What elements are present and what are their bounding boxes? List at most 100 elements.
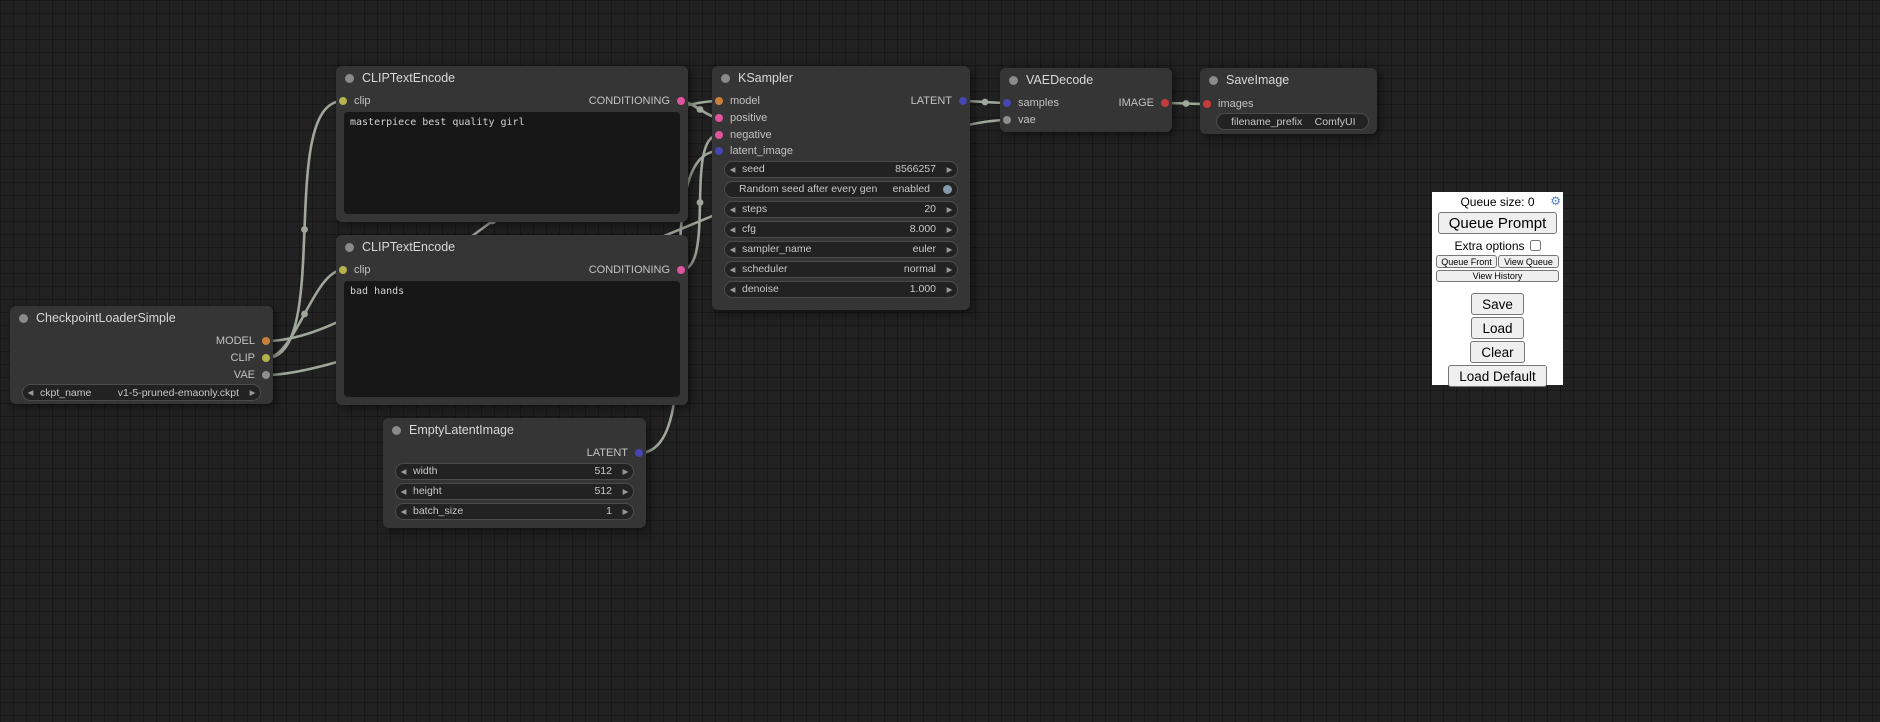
increment-arrow-icon[interactable]	[618, 487, 633, 496]
vae-input-port[interactable]	[1003, 116, 1011, 124]
node-title-bar[interactable]: KSampler	[712, 66, 970, 90]
increment-arrow-icon[interactable]	[942, 245, 957, 254]
load-default-button[interactable]: Load Default	[1448, 365, 1547, 387]
vae-output-port[interactable]	[262, 371, 270, 379]
negative-input-port[interactable]	[715, 131, 723, 139]
view-history-button[interactable]: View History	[1436, 270, 1559, 282]
link-midpoint-dot	[982, 99, 989, 106]
node-title-bar[interactable]: CLIPTextEncode	[336, 66, 688, 90]
queue-front-button[interactable]: Queue Front	[1436, 255, 1497, 268]
widget-value: ComfyUI	[1302, 116, 1368, 128]
denoise-number-widget[interactable]: denoise 1.000	[724, 281, 958, 298]
clip-input-port[interactable]	[339, 97, 347, 105]
collapse-dot-icon[interactable]	[345, 74, 354, 83]
link-midpoint-dot	[301, 311, 308, 318]
output-label: LATENT	[911, 95, 952, 107]
increment-arrow-icon[interactable]	[942, 285, 957, 294]
node-title-bar[interactable]: CheckpointLoaderSimple	[10, 306, 273, 330]
node-vaedecode[interactable]: VAEDecode samples vae IMAGE	[1000, 68, 1172, 132]
node-saveimage[interactable]: SaveImage images filename_prefix ComfyUI	[1200, 68, 1377, 134]
queue-prompt-button[interactable]: Queue Prompt	[1438, 212, 1557, 234]
collapse-dot-icon[interactable]	[345, 243, 354, 252]
model-input-port[interactable]	[715, 97, 723, 105]
decrement-arrow-icon[interactable]	[396, 507, 411, 516]
height-number-widget[interactable]: height 512	[395, 483, 634, 500]
view-queue-button[interactable]: View Queue	[1498, 255, 1559, 268]
node-title-bar[interactable]: VAEDecode	[1000, 68, 1172, 92]
clip-output-port[interactable]	[262, 354, 270, 362]
node-title: KSampler	[738, 71, 793, 85]
steps-number-widget[interactable]: steps 20	[724, 201, 958, 218]
cfg-number-widget[interactable]: cfg 8.000	[724, 221, 958, 238]
samples-input-port[interactable]	[1003, 99, 1011, 107]
node-graph-canvas[interactable]: CheckpointLoaderSimple MODEL CLIP VAE ck…	[0, 0, 1880, 722]
increment-arrow-icon[interactable]	[942, 265, 957, 274]
random-seed-toggle-widget[interactable]: Random seed after every gen enabled	[724, 181, 958, 198]
latent-image-input-port[interactable]	[715, 147, 723, 155]
model-output-port[interactable]	[262, 337, 270, 345]
positive-prompt-textarea[interactable]: masterpiece best quality girl	[344, 112, 680, 214]
load-button[interactable]: Load	[1471, 317, 1523, 339]
increment-arrow-icon[interactable]	[942, 205, 957, 214]
toggle-on-indicator[interactable]	[943, 185, 952, 194]
node-cliptextencode-positive[interactable]: CLIPTextEncode clip CONDITIONING masterp…	[336, 66, 688, 222]
input-label: model	[730, 95, 760, 107]
input-label: positive	[730, 112, 767, 124]
collapse-dot-icon[interactable]	[1209, 76, 1218, 85]
input-label: images	[1218, 98, 1253, 110]
decrement-arrow-icon[interactable]	[725, 265, 740, 274]
decrement-arrow-icon[interactable]	[396, 487, 411, 496]
decrement-arrow-icon[interactable]	[725, 245, 740, 254]
output-label: LATENT	[587, 447, 628, 459]
width-number-widget[interactable]: width 512	[395, 463, 634, 480]
positive-input-port[interactable]	[715, 114, 723, 122]
node-emptylatentimage[interactable]: EmptyLatentImage LATENT width 512 height…	[383, 418, 646, 528]
negative-prompt-textarea[interactable]: bad hands	[344, 281, 680, 397]
increment-arrow-icon[interactable]	[618, 507, 633, 516]
node-checkpointloadersimple[interactable]: CheckpointLoaderSimple MODEL CLIP VAE ck…	[10, 306, 273, 404]
conditioning-output-port[interactable]	[677, 266, 685, 274]
decrement-arrow-icon[interactable]	[725, 285, 740, 294]
node-title-bar[interactable]: CLIPTextEncode	[336, 235, 688, 259]
ckpt-name-combo-widget[interactable]: ckpt_name v1-5-pruned-emaonly.ckpt	[22, 384, 261, 401]
increment-arrow-icon[interactable]	[942, 225, 957, 234]
filename-prefix-text-widget[interactable]: filename_prefix ComfyUI	[1216, 113, 1369, 130]
node-title-bar[interactable]: SaveImage	[1200, 68, 1377, 92]
conditioning-output-port[interactable]	[677, 97, 685, 105]
latent-output-port[interactable]	[635, 449, 643, 457]
scheduler-combo-widget[interactable]: scheduler normal	[724, 261, 958, 278]
decrement-arrow-icon[interactable]	[23, 388, 38, 397]
sampler-name-combo-widget[interactable]: sampler_name euler	[724, 241, 958, 258]
increment-arrow-icon[interactable]	[942, 165, 957, 174]
save-button[interactable]: Save	[1471, 293, 1524, 315]
clip-input-port[interactable]	[339, 266, 347, 274]
image-output-port[interactable]	[1161, 99, 1169, 107]
latent-output-port[interactable]	[959, 97, 967, 105]
output-label: MODEL	[216, 335, 255, 347]
decrement-arrow-icon[interactable]	[725, 225, 740, 234]
decrement-arrow-icon[interactable]	[725, 205, 740, 214]
collapse-dot-icon[interactable]	[19, 314, 28, 323]
increment-arrow-icon[interactable]	[618, 467, 633, 476]
decrement-arrow-icon[interactable]	[725, 165, 740, 174]
extra-options-checkbox[interactable]	[1530, 240, 1541, 251]
widget-value: v1-5-pruned-emaonly.ckpt	[91, 387, 239, 399]
images-input-port[interactable]	[1203, 100, 1211, 108]
collapse-dot-icon[interactable]	[1009, 76, 1018, 85]
clear-button[interactable]: Clear	[1470, 341, 1524, 363]
increment-arrow-icon[interactable]	[245, 388, 260, 397]
settings-gear-icon[interactable]	[1550, 194, 1561, 208]
decrement-arrow-icon[interactable]	[396, 467, 411, 476]
collapse-dot-icon[interactable]	[721, 74, 730, 83]
node-ksampler[interactable]: KSampler model positive negative latent_…	[712, 66, 970, 310]
input-label: clip	[354, 264, 371, 276]
node-cliptextencode-negative[interactable]: CLIPTextEncode clip CONDITIONING bad han…	[336, 235, 688, 405]
collapse-dot-icon[interactable]	[392, 426, 401, 435]
output-label: IMAGE	[1119, 97, 1154, 109]
widget-value: 512	[438, 465, 612, 477]
node-title: EmptyLatentImage	[409, 423, 514, 437]
batch-size-number-widget[interactable]: batch_size 1	[395, 503, 634, 520]
seed-number-widget[interactable]: seed 8566257	[724, 161, 958, 178]
node-title-bar[interactable]: EmptyLatentImage	[383, 418, 646, 442]
widget-name: Random seed after every gen	[739, 183, 877, 195]
